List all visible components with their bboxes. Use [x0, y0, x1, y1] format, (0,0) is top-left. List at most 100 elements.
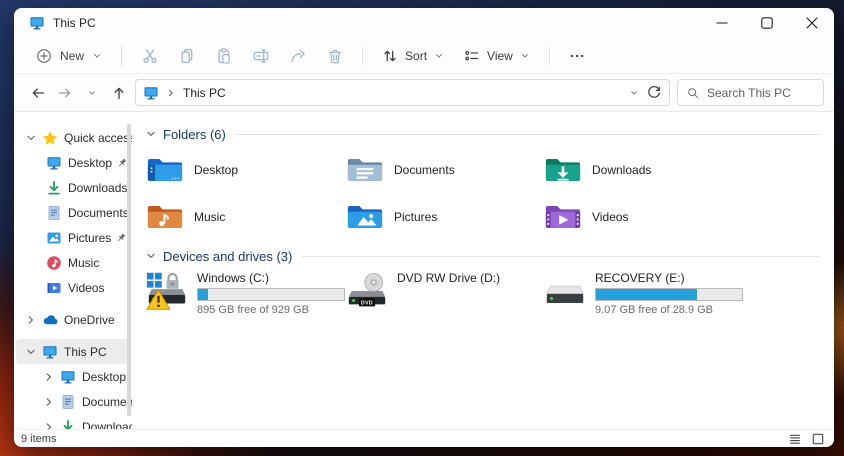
section-header-folders[interactable]: Folders (6) — [144, 125, 820, 143]
sort-button[interactable]: Sort — [372, 42, 454, 70]
refresh-icon[interactable] — [646, 85, 662, 101]
chevron-down-icon — [519, 50, 531, 62]
view-icon — [463, 47, 481, 65]
section-divider — [236, 134, 820, 135]
breadcrumb[interactable]: This PC — [183, 86, 226, 100]
back-button[interactable] — [24, 79, 51, 106]
address-bar[interactable]: This PC — [135, 79, 670, 106]
search-input[interactable] — [707, 86, 815, 100]
sidebar-item-videos[interactable]: Videos — [16, 275, 129, 300]
chevron-down-icon[interactable] — [144, 249, 158, 263]
folder-tile-documents[interactable]: Documents — [346, 151, 544, 188]
minimize-icon — [713, 14, 731, 32]
see-more-button[interactable] — [559, 42, 596, 70]
sidebar-item-quick-access[interactable]: Quick access — [16, 125, 129, 150]
chevron-down-icon[interactable] — [24, 345, 38, 359]
sidebar-item-this-pc[interactable]: This PC — [16, 339, 129, 364]
sidebar-item-downloads[interactable]: Downloads — [16, 175, 129, 200]
search-box[interactable] — [677, 79, 824, 106]
drive-name: DVD RW Drive (D:) — [397, 272, 500, 285]
section-title: Devices and drives (3) — [163, 249, 292, 264]
toolbar-separator — [362, 46, 363, 66]
folder-label: Downloads — [592, 163, 651, 177]
capacity-bar — [595, 288, 743, 301]
minimize-button[interactable] — [699, 8, 744, 38]
recent-locations-button[interactable] — [78, 79, 105, 106]
drives-grid: Windows (C:) 895 GB free of 929 GB DVD R… — [144, 268, 820, 316]
folder-label: Desktop — [194, 163, 238, 177]
sidebar-item-thispc-documents[interactable]: Documents — [16, 389, 129, 414]
folder-tile-desktop[interactable]: Desktop — [146, 151, 346, 188]
sidebar-item-pictures[interactable]: Pictures — [16, 225, 129, 250]
details-view-icon[interactable] — [788, 432, 802, 446]
maximize-icon — [758, 14, 776, 32]
sidebar-item-thispc-downloads[interactable]: Downloads — [16, 414, 129, 429]
navigation-pane: Quick access Desktop Downloads Documents… — [14, 112, 132, 429]
drive-tile-windows-c[interactable]: Windows (C:) 895 GB free of 929 GB — [144, 271, 344, 316]
delete-button[interactable] — [316, 42, 353, 70]
chevron-right-icon[interactable] — [42, 420, 56, 430]
copy-button[interactable] — [168, 42, 205, 70]
chevron-right-icon[interactable] — [24, 313, 38, 327]
search-icon — [686, 86, 700, 100]
sort-button-label: Sort — [405, 49, 427, 63]
cut-icon — [141, 47, 159, 65]
sidebar-item-onedrive[interactable]: OneDrive — [16, 307, 129, 332]
share-button[interactable] — [279, 42, 316, 70]
drive-tile-dvd-d[interactable]: DVD RW Drive (D:) — [344, 271, 542, 316]
sidebar-item-documents[interactable]: Documents — [16, 200, 129, 225]
window-controls — [699, 8, 834, 38]
downloads-icon — [46, 180, 62, 196]
drive-tile-recovery-e[interactable]: RECOVERY (E:) 9.07 GB free of 28.9 GB — [542, 271, 820, 316]
chevron-right-icon[interactable] — [42, 370, 56, 384]
section-header-devices[interactable]: Devices and drives (3) — [144, 247, 820, 265]
sidebar-item-desktop[interactable]: Desktop — [16, 150, 129, 175]
folder-tile-pictures[interactable]: Pictures — [346, 198, 544, 235]
sidebar-item-label: Desktop — [68, 156, 112, 170]
address-dropdown-icon[interactable] — [628, 87, 640, 99]
close-button[interactable] — [789, 8, 834, 38]
section-divider — [302, 256, 820, 257]
copy-icon — [178, 47, 196, 65]
desktop-folder-icon — [146, 154, 184, 185]
maximize-button[interactable] — [744, 8, 789, 38]
this-pc-icon — [42, 344, 58, 360]
downloads-icon — [60, 419, 76, 430]
sidebar-scrollbar[interactable] — [127, 124, 131, 416]
new-button[interactable]: New — [26, 42, 112, 70]
folder-label: Documents — [394, 163, 455, 177]
folder-label: Videos — [592, 210, 628, 224]
documents-folder-icon — [346, 154, 384, 185]
sidebar-item-label: Downloads — [82, 420, 132, 430]
share-icon — [289, 47, 307, 65]
document-icon — [46, 205, 62, 221]
view-button[interactable]: View — [454, 42, 540, 70]
folder-tile-downloads[interactable]: Downloads — [544, 151, 820, 188]
chevron-down-icon[interactable] — [144, 127, 158, 141]
paste-button[interactable] — [205, 42, 242, 70]
navigation-bar: This PC — [14, 74, 834, 112]
up-button[interactable] — [105, 79, 132, 106]
sort-icon — [381, 47, 399, 65]
forward-button[interactable] — [51, 79, 78, 106]
paste-icon — [215, 47, 233, 65]
section-title: Folders (6) — [163, 127, 226, 142]
folder-tile-videos[interactable]: Videos — [544, 198, 820, 235]
breadcrumb-chevron-icon — [165, 87, 177, 99]
chevron-right-icon[interactable] — [42, 395, 56, 409]
sidebar-item-music[interactable]: Music — [16, 250, 129, 275]
command-toolbar: New Sort View — [14, 38, 834, 74]
chevron-down-icon — [433, 50, 445, 62]
desktop-icon — [46, 155, 62, 171]
sidebar-gap — [14, 332, 132, 339]
cut-button[interactable] — [131, 42, 168, 70]
rename-button[interactable] — [242, 42, 279, 70]
large-icons-view-icon[interactable] — [811, 432, 825, 446]
chevron-down-icon[interactable] — [24, 131, 38, 145]
drive-info: RECOVERY (E:) 9.07 GB free of 28.9 GB — [595, 271, 743, 316]
folder-label: Music — [194, 210, 225, 224]
sidebar-item-thispc-desktop[interactable]: Desktop — [16, 364, 129, 389]
chevron-down-icon — [86, 87, 98, 99]
sidebar-gap — [14, 300, 132, 307]
folder-tile-music[interactable]: Music — [146, 198, 346, 235]
